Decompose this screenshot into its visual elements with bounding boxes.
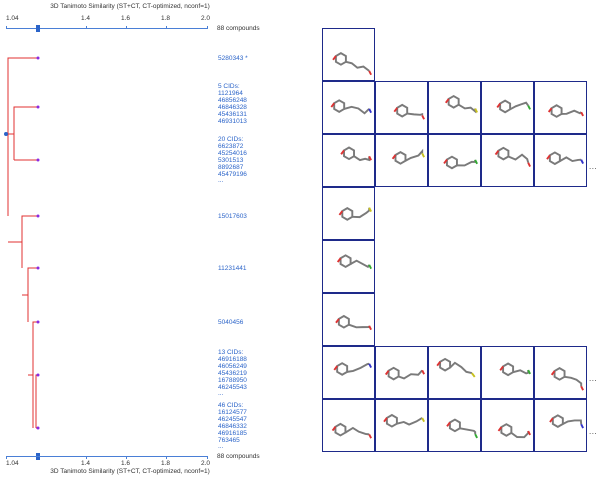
dendro-branch <box>21 215 38 268</box>
dendro-node <box>36 373 40 377</box>
molecule-thumbnail[interactable] <box>322 134 375 187</box>
cluster-ellipsis: ... <box>218 177 224 185</box>
molecule-thumbnail[interactable] <box>481 81 534 134</box>
molecule-structure-icon <box>331 422 372 439</box>
molecule-thumbnail[interactable] <box>481 399 534 452</box>
dendro-branch <box>7 57 38 216</box>
axis-tick <box>6 456 7 459</box>
molecule-thumbnail[interactable] <box>428 81 481 134</box>
molecule-structure-icon <box>383 413 425 428</box>
cluster-label-3[interactable]: 20 CIDs: 6623872 45254016 5301513 889268… <box>218 136 247 185</box>
cluster-label-6[interactable]: 5040456 <box>218 319 243 327</box>
molecule-structure-icon <box>446 418 478 439</box>
cluster-label-1[interactable]: 5280343 * <box>218 55 248 63</box>
molecule-thumbnail[interactable] <box>375 399 428 452</box>
molecule-structure-icon <box>499 362 531 377</box>
molecule-structure-icon <box>332 52 372 76</box>
molecule-thumbnail[interactable] <box>322 293 375 346</box>
cid-link[interactable]: 5040456 <box>218 319 243 327</box>
molecule-structure-icon <box>497 423 531 439</box>
molecule-thumbnail[interactable] <box>428 346 481 399</box>
molecule-structure-icon <box>393 103 425 120</box>
dendro-node <box>36 56 40 60</box>
molecule-thumbnail[interactable] <box>534 399 587 452</box>
molecule-structure-icon <box>336 254 372 270</box>
molecule-structure-icon <box>494 146 531 167</box>
molecule-thumbnail[interactable] <box>481 346 534 399</box>
molecule-structure-icon <box>384 366 425 381</box>
axis-tick <box>166 456 167 459</box>
more-molecules-indicator[interactable]: ... <box>589 162 597 171</box>
molecule-structure-icon <box>443 155 478 170</box>
molecule-thumbnail[interactable] <box>322 346 375 399</box>
cluster-label-7[interactable]: 13 CIDs: 46916188 46056249 45436219 1678… <box>218 349 247 398</box>
molecule-thumbnail[interactable] <box>322 28 375 81</box>
dendro-branch <box>13 106 38 160</box>
molecule-thumbnail[interactable] <box>322 399 375 452</box>
molecule-thumbnail[interactable] <box>428 134 481 187</box>
bottom-axis-title: 3D Tanimoto Similarity (ST+CT, CT-optimi… <box>50 468 210 475</box>
axis-tick <box>126 456 127 459</box>
cluster-label-4[interactable]: 15017603 <box>218 213 247 221</box>
dendro-branch <box>27 267 38 322</box>
compound-count-bottom: 88 compounds <box>217 453 260 460</box>
axis-tick <box>86 456 87 459</box>
molecule-thumbnail[interactable] <box>375 134 428 187</box>
dendro-root-node <box>4 132 8 136</box>
molecule-thumbnail[interactable] <box>534 346 587 399</box>
molecule-thumbnail[interactable] <box>428 399 481 452</box>
molecule-structure-icon <box>445 94 478 114</box>
dendro-node <box>36 214 40 218</box>
dendro-node <box>36 266 40 270</box>
cid-link[interactable]: 15017603 <box>218 213 247 221</box>
molecule-structure-icon <box>550 367 584 391</box>
molecule-structure-icon <box>338 207 372 221</box>
bottom-axis-line <box>6 456 208 457</box>
molecule-structure-icon <box>391 148 425 165</box>
molecule-structure-icon <box>340 146 372 162</box>
cid-link[interactable]: 11231441 <box>218 265 246 273</box>
molecule-thumbnail[interactable] <box>322 187 375 240</box>
molecule-structure-icon <box>436 357 476 378</box>
more-molecules-indicator[interactable]: ... <box>589 374 597 383</box>
dendro-node <box>36 320 40 324</box>
molecule-structure-icon <box>335 314 372 331</box>
dendro-node <box>36 426 40 430</box>
cid-link[interactable]: 46931013 <box>218 118 247 126</box>
tick-label: 2.0 <box>201 460 211 467</box>
molecule-structure-icon <box>547 104 584 118</box>
dendro-node <box>36 158 40 162</box>
cluster-ellipsis: ... <box>218 443 224 451</box>
molecule-thumbnail[interactable] <box>322 240 375 293</box>
more-molecules-indicator[interactable]: ... <box>589 427 597 436</box>
molecule-thumbnail[interactable] <box>375 346 428 399</box>
molecule-structure-icon <box>333 362 372 376</box>
molecule-thumbnail[interactable] <box>534 81 587 134</box>
molecule-structure-icon <box>330 99 372 115</box>
cluster-label-2[interactable]: 5 CIDs: 1121964 46856248 46846328 454361… <box>218 83 247 126</box>
cluster-label-5[interactable]: 11231441 <box>218 265 246 273</box>
molecule-thumbnail[interactable] <box>481 134 534 187</box>
molecule-structure-icon <box>546 151 584 166</box>
molecule-thumbnail[interactable] <box>322 81 375 134</box>
tick-label: 1.8 <box>161 460 171 467</box>
molecule-structure-icon <box>549 414 584 429</box>
molecule-thumbnail[interactable] <box>375 81 428 134</box>
molecule-thumbnail[interactable] <box>534 134 587 187</box>
cid-link[interactable]: 5280343 * <box>218 55 248 63</box>
tick-label: 1.04 <box>6 460 19 467</box>
cluster-label-8[interactable]: 46 CIDs: 16124577 46245547 46846332 4691… <box>218 402 247 451</box>
dendro-branch <box>35 374 38 428</box>
cluster-ellipsis: ... <box>218 390 224 398</box>
dendro-node <box>36 105 40 109</box>
dendrogram-branches <box>7 57 38 429</box>
tick-label: 1.4 <box>81 460 91 467</box>
axis-tick <box>207 456 208 459</box>
molecule-structure-icon <box>496 99 531 114</box>
tick-label: 1.6 <box>121 460 131 467</box>
